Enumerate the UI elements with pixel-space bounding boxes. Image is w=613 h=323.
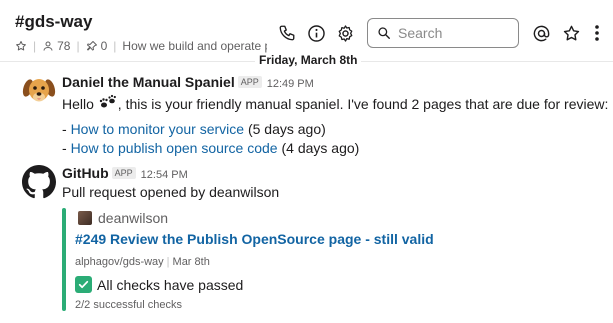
channel-meta: | 78 | 0 | How we build and operate pr bbox=[15, 38, 267, 54]
meta-divider: | bbox=[76, 39, 80, 53]
page-link[interactable]: How to monitor your service bbox=[71, 121, 245, 137]
sender-name[interactable]: GitHub APP 12:54 PM bbox=[62, 165, 188, 181]
sender-label: GitHub bbox=[62, 165, 109, 181]
more-vertical-icon[interactable] bbox=[588, 22, 606, 44]
search-icon bbox=[378, 27, 390, 39]
sender-label: Daniel the Manual Spaniel bbox=[62, 74, 235, 90]
github-logo-icon[interactable] bbox=[22, 165, 56, 199]
info-icon[interactable] bbox=[305, 22, 327, 44]
page-link[interactable]: How to publish open source code bbox=[71, 140, 278, 156]
attachment-date: Mar 8th bbox=[172, 256, 210, 268]
list-suffix: (5 days ago) bbox=[244, 121, 326, 137]
list-item: - How to publish open source code (4 day… bbox=[62, 140, 359, 156]
search-input[interactable] bbox=[398, 25, 508, 41]
check-mark-icon bbox=[75, 276, 92, 293]
date-label[interactable]: Friday, March 8th bbox=[255, 53, 362, 67]
member-count: 78 bbox=[57, 39, 71, 53]
pinned-count: 0 bbox=[100, 39, 108, 53]
paws-emoji-icon bbox=[98, 94, 118, 115]
members-icon bbox=[43, 41, 53, 51]
pull-request-link[interactable]: #249 Review the Publish OpenSource page … bbox=[75, 231, 434, 247]
timestamp[interactable]: 12:54 PM bbox=[141, 169, 188, 181]
search-box[interactable] bbox=[367, 18, 519, 48]
checks-detail: 2/2 successful checks bbox=[75, 299, 182, 311]
sender-name[interactable]: Daniel the Manual Spaniel APP 12:49 PM bbox=[62, 74, 314, 90]
timestamp[interactable]: 12:49 PM bbox=[267, 78, 314, 90]
list-prefix: - bbox=[62, 121, 71, 137]
pins-button[interactable]: 0 bbox=[86, 39, 108, 53]
author-avatar bbox=[78, 211, 92, 225]
text-suffix: , this is your friendly manual spaniel. … bbox=[117, 96, 609, 112]
star-icon[interactable] bbox=[15, 40, 27, 52]
meta-divider: | bbox=[113, 39, 117, 53]
repo-name[interactable]: alphagov/gds-way bbox=[75, 256, 164, 268]
channel-topic[interactable]: How we build and operate pr bbox=[122, 39, 267, 53]
attachment-author[interactable]: deanwilson bbox=[78, 210, 168, 226]
members-button[interactable]: 78 bbox=[42, 39, 70, 53]
at-sign-icon[interactable] bbox=[530, 22, 552, 44]
list-prefix: - bbox=[62, 140, 71, 156]
phone-icon[interactable] bbox=[276, 22, 298, 44]
author-name: deanwilson bbox=[98, 210, 169, 226]
date-divider: Friday, March 8th bbox=[0, 53, 613, 69]
message-text: Hello , this is your friendly manual spa… bbox=[62, 94, 608, 115]
message-text: Pull request opened by deanwilson bbox=[62, 184, 280, 200]
app-badge: APP bbox=[111, 167, 136, 179]
checks-text: All checks have passed bbox=[97, 276, 244, 293]
gear-icon[interactable] bbox=[334, 22, 356, 44]
list-suffix: (4 days ago) bbox=[277, 140, 360, 156]
footer-divider: | bbox=[166, 256, 170, 268]
app-badge: APP bbox=[237, 76, 262, 88]
attachment-footer: alphagov/gds-way | Mar 8th bbox=[75, 256, 210, 268]
text-prefix: Hello bbox=[62, 96, 94, 112]
pin-icon bbox=[86, 41, 97, 51]
channel-name[interactable]: #gds-way bbox=[15, 12, 92, 32]
list-item: - How to monitor your service (5 days ag… bbox=[62, 121, 326, 137]
dog-avatar-icon[interactable] bbox=[22, 74, 56, 108]
star-outline-icon[interactable] bbox=[560, 22, 582, 44]
attachment-bar bbox=[62, 208, 66, 311]
meta-divider: | bbox=[33, 39, 37, 53]
checks-status: All checks have passed bbox=[75, 276, 243, 293]
